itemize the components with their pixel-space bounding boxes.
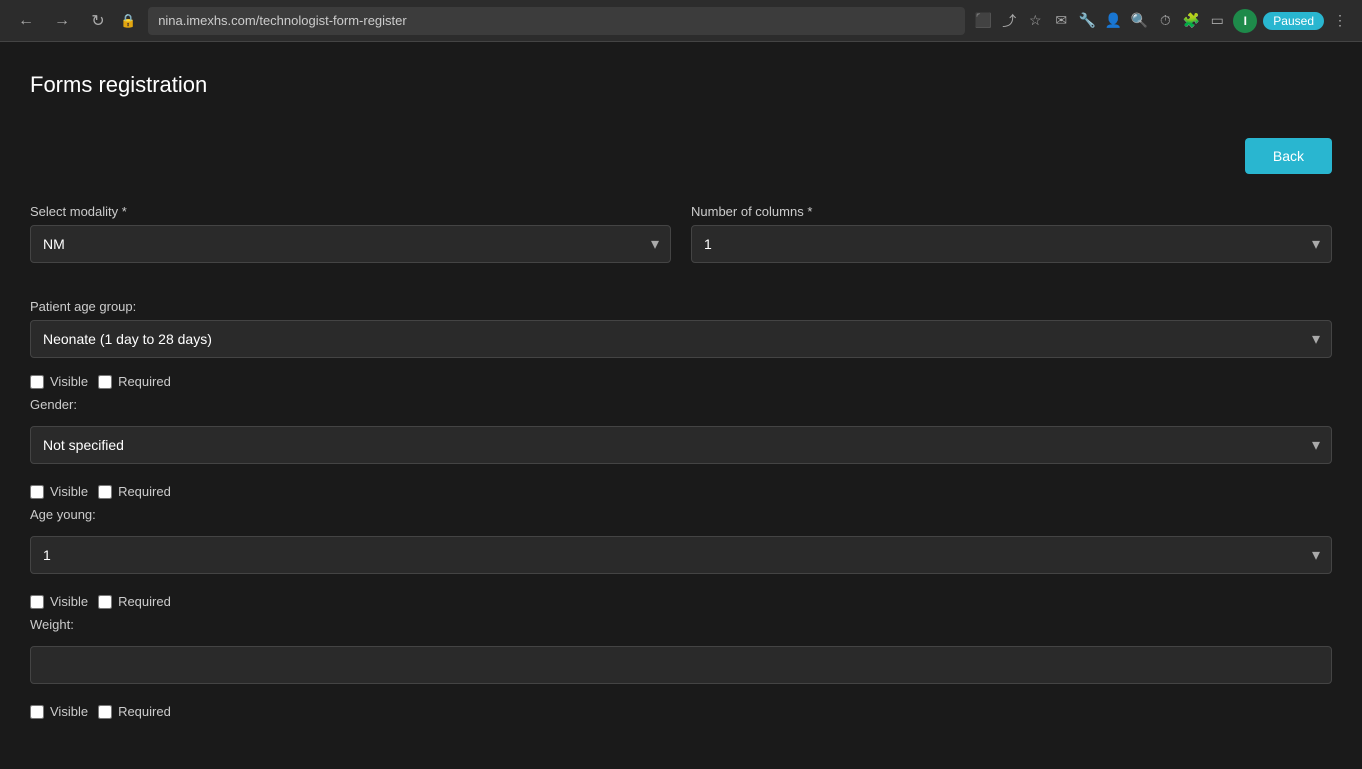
age-group-select-wrapper: Neonate (1 day to 28 days) Infant Child … [30,320,1332,358]
profile-icon[interactable]: 👤 [1103,11,1123,31]
top-form-grid: Select modality * NM CT MRI X-Ray US Num… [30,204,1332,279]
body-checkbox-row: Visible Required [30,704,1332,719]
weight-field-label: Weight: [30,617,1332,632]
body-visible-checkbox[interactable] [30,705,44,719]
age-young-checkbox-row: Visible Required [30,484,1332,499]
body-required-label: Required [118,704,171,719]
profile-avatar[interactable]: I [1233,9,1257,33]
gender-checkbox-row: Visible Required [30,374,1332,389]
reload-button[interactable]: ↻ [84,7,112,35]
modality-field: Select modality * NM CT MRI X-Ray US [30,204,671,263]
extensions-icon[interactable]: 🧩 [1181,11,1201,31]
gender-visible-checkbox[interactable] [30,375,44,389]
gender-required-checkbox[interactable] [98,375,112,389]
body-required-checkbox[interactable] [98,705,112,719]
age-young-required-label: Required [118,484,171,499]
timer-icon[interactable]: ⏱ [1155,11,1175,31]
age-young-visible-checkbox[interactable] [30,485,44,499]
columns-label: Number of columns * [691,204,1332,219]
body-section: Visible Required [30,704,1332,719]
columns-field: Number of columns * 1 2 3 4 [691,204,1332,263]
url-bar[interactable] [148,7,965,35]
weight-required-label: Required [118,594,171,609]
weight-visible-label: Visible [50,594,88,609]
extension-icon[interactable]: 🔧 [1077,11,1097,31]
gender-required-label: Required [118,374,171,389]
paused-badge: Paused [1263,12,1324,30]
page-title: Forms registration [30,72,1332,98]
columns-select[interactable]: 1 2 3 4 [691,225,1332,263]
browser-actions: ⬛ ⤴ ☆ ✉ 🔧 👤 🔍 ⏱ 🧩 ▭ I Paused ⋮ [973,9,1350,33]
age-young-required-checkbox[interactable] [98,485,112,499]
age-group-select[interactable]: Neonate (1 day to 28 days) Infant Child … [30,320,1332,358]
back-nav-button[interactable]: ← [12,7,40,35]
gender-field-label: Gender: [30,397,1332,412]
window-icon[interactable]: ▭ [1207,11,1227,31]
page-content: Forms registration Back Select modality … [0,42,1362,769]
weight-required-checkbox[interactable] [98,595,112,609]
back-button[interactable]: Back [1245,138,1332,174]
browser-bar: ← → ↻ 🔒 ⬛ ⤴ ☆ ✉ 🔧 👤 🔍 ⏱ 🧩 ▭ I Paused ⋮ [0,0,1362,42]
modality-label: Select modality * [30,204,671,219]
gender-visible-label: Visible [50,374,88,389]
lock-icon: 🔒 [120,13,136,29]
gender-field: Gender: Not specified Male Female Other [30,397,1332,464]
age-young-field: Age young: 1 2 3 4 5 [30,507,1332,574]
age-group-field: Patient age group: Neonate (1 day to 28 … [30,299,1332,358]
gender-select-wrapper: Not specified Male Female Other [30,426,1332,464]
age-young-visible-label: Visible [50,484,88,499]
gender-section: Visible Required Gender: Not specified M… [30,374,1332,464]
weight-checkbox-row: Visible Required [30,594,1332,609]
columns-select-wrapper: 1 2 3 4 [691,225,1332,263]
screenshot-icon[interactable]: ⬛ [973,11,993,31]
age-young-field-label: Age young: [30,507,1332,522]
email-icon[interactable]: ✉ [1051,11,1071,31]
age-young-select[interactable]: 1 2 3 4 5 [30,536,1332,574]
weight-section: Visible Required Weight: [30,594,1332,684]
bookmark-icon[interactable]: ☆ [1025,11,1045,31]
body-visible-label: Visible [50,704,88,719]
paused-label: Paused [1273,14,1314,28]
age-young-section: Visible Required Age young: 1 2 3 4 5 [30,484,1332,574]
modality-select[interactable]: NM CT MRI X-Ray US [30,225,671,263]
forward-nav-button[interactable]: → [48,7,76,35]
modality-select-wrapper: NM CT MRI X-Ray US [30,225,671,263]
weight-visible-checkbox[interactable] [30,595,44,609]
share-icon[interactable]: ⤴ [999,11,1019,31]
weight-field: Weight: [30,617,1332,684]
zoom-icon[interactable]: 🔍 [1129,11,1149,31]
weight-input[interactable] [30,646,1332,684]
back-btn-row: Back [30,138,1332,174]
menu-icon[interactable]: ⋮ [1330,11,1350,31]
age-young-select-wrapper: 1 2 3 4 5 [30,536,1332,574]
gender-select[interactable]: Not specified Male Female Other [30,426,1332,464]
age-group-label: Patient age group: [30,299,1332,314]
